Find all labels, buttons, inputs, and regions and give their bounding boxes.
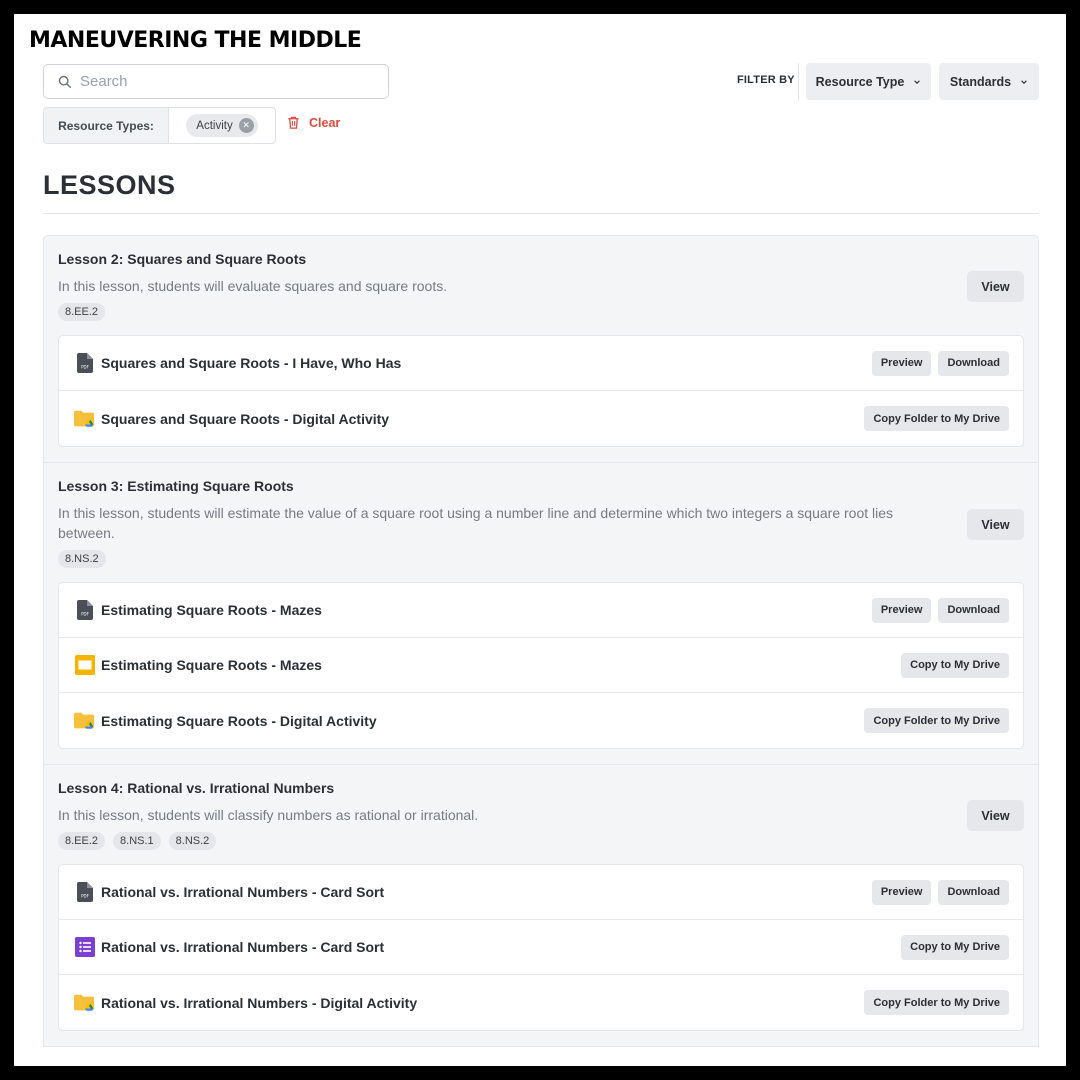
clear-label: Clear [309,115,341,130]
copy-to-drive-button[interactable]: Copy to My Drive [901,652,1009,678]
search-input[interactable] [80,73,380,90]
lesson-description: In this lesson, students will evaluate s… [58,278,448,294]
resource-name[interactable]: Rational vs. Irrational Numbers - Card S… [101,884,384,900]
svg-text:PDF: PDF [81,612,89,617]
lessons-list: Lesson 2: Squares and Square Roots In th… [43,235,1039,1047]
forms-icon [74,936,96,958]
lesson-card: Lesson 2: Squares and Square Roots In th… [44,236,1038,463]
pdf-icon: PDF [74,881,96,903]
chip-label: Activity [196,119,233,132]
resource-row: Estimating Square Roots - Mazes Copy to … [59,638,1023,693]
resource-list: PDF Squares and Square Roots - I Have, W… [58,335,1024,447]
resource-name[interactable]: Estimating Square Roots - Mazes [101,602,322,618]
lesson-title: Lesson 4: Rational vs. Irrational Number… [58,780,335,796]
download-button[interactable]: Download [938,879,1009,905]
page-title: LESSONS [43,170,176,200]
resource-name[interactable]: Rational vs. Irrational Numbers - Card S… [101,939,384,955]
clear-filters-button[interactable]: Clear [286,115,340,130]
pdf-icon: PDF [74,599,96,621]
lesson-card: Lesson 3: Estimating Square Roots In thi… [44,463,1038,765]
dropdown-label: Standards [949,74,1012,89]
trash-icon [288,116,299,129]
resource-row: Squares and Square Roots - Digital Activ… [59,391,1023,446]
standard-tag: 8.EE.2 [58,303,106,321]
lesson-card: Lesson 4: Rational vs. Irrational Number… [44,765,1038,1047]
resource-row: PDF Rational vs. Irrational Numbers - Ca… [59,865,1023,920]
filter-chip-activity[interactable]: Activity ✕ [186,114,258,137]
standard-tag: 8.NS.1 [113,832,161,850]
resource-list: PDF Rational vs. Irrational Numbers - Ca… [58,864,1024,1031]
download-button[interactable]: Download [938,350,1009,376]
active-filters-bar: Resource Types: Activity ✕ [43,107,276,144]
drive-folder-icon [74,710,96,732]
resource-list: PDF Estimating Square Roots - Mazes Prev… [58,582,1024,749]
slides-icon [74,654,96,676]
standard-tag: 8.EE.2 [58,832,106,850]
filter-by-label: FILTER BY [737,74,795,86]
lesson-description: In this lesson, students will estimate t… [58,505,894,541]
svg-text:PDF: PDF [81,894,89,899]
pdf-icon: PDF [74,352,96,374]
resource-name[interactable]: Squares and Square Roots - Digital Activ… [101,411,389,427]
view-lesson-button[interactable]: View [967,271,1024,302]
divider [43,213,1039,214]
copy-folder-to-drive-button[interactable]: Copy Folder to My Drive [864,990,1009,1015]
resource-row: PDF Estimating Square Roots - Mazes Prev… [59,583,1023,638]
view-lesson-button[interactable]: View [967,800,1024,831]
resource-types-label: Resource Types: [44,108,169,143]
divider [798,63,799,101]
lesson-title: Lesson 2: Squares and Square Roots [58,251,307,267]
copy-folder-to-drive-button[interactable]: Copy Folder to My Drive [864,708,1009,733]
preview-button[interactable]: Preview [871,879,932,905]
dropdown-label: Resource Type [815,74,905,89]
brand-logo: MANEUVERING THE MIDDLE [29,28,362,53]
download-button[interactable]: Download [938,597,1009,623]
resource-row: Rational vs. Irrational Numbers - Digita… [59,975,1023,1030]
remove-chip-icon[interactable]: ✕ [238,118,254,133]
copy-folder-to-drive-button[interactable]: Copy Folder to My Drive [864,406,1009,431]
lesson-title: Lesson 3: Estimating Square Roots [58,478,294,494]
standard-tag: 8.NS.2 [168,832,217,850]
standards-dropdown[interactable]: Standards [939,63,1039,100]
resource-type-dropdown[interactable]: Resource Type [806,63,931,100]
resource-name[interactable]: Estimating Square Roots - Digital Activi… [101,713,377,729]
search-icon [58,75,71,88]
preview-button[interactable]: Preview [871,597,932,623]
page-frame: MANEUVERING THE MIDDLE FILTER BY Resourc… [14,14,1066,1066]
chevron-down-icon [914,79,921,84]
resource-name[interactable]: Estimating Square Roots - Mazes [101,657,322,673]
lesson-description: In this lesson, students will classify n… [58,807,479,823]
drive-folder-icon [74,408,96,430]
preview-button[interactable]: Preview [871,350,932,376]
resource-name[interactable]: Squares and Square Roots - I Have, Who H… [101,355,401,371]
svg-text:PDF: PDF [81,365,89,370]
copy-to-drive-button[interactable]: Copy to My Drive [901,934,1009,960]
chevron-down-icon [1021,79,1027,84]
search-box[interactable] [43,64,389,99]
drive-folder-icon [74,992,96,1014]
standard-tag: 8.NS.2 [58,550,106,568]
view-lesson-button[interactable]: View [967,509,1024,540]
resource-row: Rational vs. Irrational Numbers - Card S… [59,920,1023,975]
resource-row: PDF Squares and Square Roots - I Have, W… [59,336,1023,391]
resource-row: Estimating Square Roots - Digital Activi… [59,693,1023,748]
resource-name[interactable]: Rational vs. Irrational Numbers - Digita… [101,995,417,1011]
